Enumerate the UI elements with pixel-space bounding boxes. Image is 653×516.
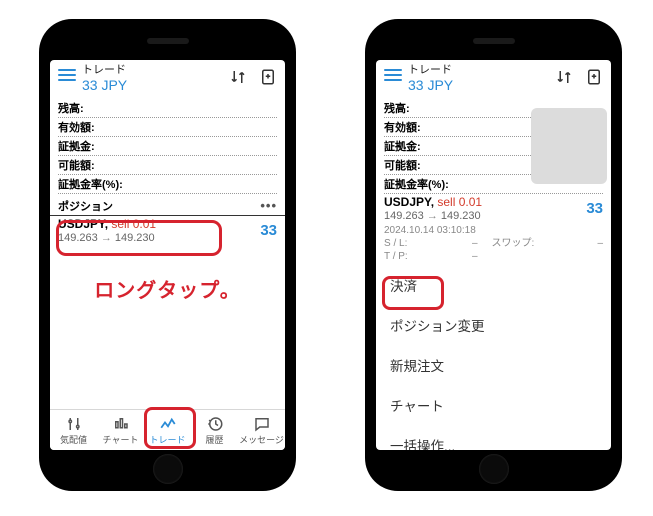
sl-value: –: [416, 237, 492, 250]
position-row[interactable]: USDJPY, sell 0.01 149.263 → 149.230 33: [376, 194, 611, 224]
arrow-right-icon: →: [101, 232, 115, 244]
position-row[interactable]: USDJPY, sell 0.01 149.263 → 149.230 33: [50, 216, 285, 246]
screen-left: トレード 33 JPY 残高: 有効額: 証拠金: 可能額: 証拠金率(%): …: [50, 60, 285, 450]
tp-label: T / P:: [384, 250, 416, 263]
hamburger-icon[interactable]: [58, 64, 76, 84]
tab-label: トレード: [144, 433, 191, 446]
menu-modify-position[interactable]: ポジション変更: [376, 305, 611, 345]
price-current: 149.230: [441, 210, 481, 222]
position-timestamp: 2024.10.14 03:10:18: [384, 224, 603, 237]
acct-label: 証拠金:: [58, 138, 95, 154]
tab-quotes[interactable]: 気配値: [50, 410, 97, 450]
more-icon[interactable]: •••: [260, 198, 277, 213]
position-side: sell 0.01: [437, 195, 482, 209]
swap-label: スワップ:: [492, 237, 542, 250]
screen-right: トレード 33 JPY 残高: 有効額: 証拠金: 可能額: 証拠金率(%):: [376, 60, 611, 450]
header: トレード 33 JPY: [50, 60, 285, 95]
home-button[interactable]: [153, 454, 183, 484]
header-title-block: トレード 33 JPY: [402, 64, 555, 93]
acct-label: 有効額:: [384, 119, 421, 135]
acct-label: 残高:: [384, 100, 410, 116]
acct-label: 可能額:: [384, 157, 421, 173]
positions-label: ポジション: [58, 198, 113, 214]
position-detail: 2024.10.14 03:10:18 S / L: – スワップ: – T /…: [376, 224, 611, 263]
menu-chart[interactable]: チャート: [376, 385, 611, 425]
acct-label: 有効額:: [58, 119, 95, 135]
tab-label: 気配値: [50, 433, 97, 446]
price-open: 149.263: [384, 210, 424, 222]
header-subtitle: トレード: [408, 64, 555, 77]
tp-value: –: [416, 250, 492, 263]
menu-close-position[interactable]: 決済: [376, 265, 611, 305]
header-title: 33 JPY: [408, 77, 555, 93]
arrow-right-icon: →: [427, 210, 441, 222]
tab-label: メッセージ: [238, 433, 285, 446]
tab-chart[interactable]: チャート: [97, 410, 144, 450]
new-order-icon[interactable]: [585, 68, 603, 86]
phone-frame-right: トレード 33 JPY 残高: 有効額: 証拠金: 可能額: 証拠金率(%):: [366, 20, 621, 490]
hamburger-icon[interactable]: [384, 64, 402, 84]
position-pl: 33: [260, 222, 277, 239]
sort-icon[interactable]: [229, 68, 247, 86]
tab-history[interactable]: 履歴: [191, 410, 238, 450]
phone-speaker: [147, 38, 189, 44]
sort-icon[interactable]: [555, 68, 573, 86]
header-title-block: トレード 33 JPY: [76, 64, 229, 93]
position-symbol: USDJPY,: [58, 217, 108, 231]
sl-label: S / L:: [384, 237, 416, 250]
header-subtitle: トレード: [82, 64, 229, 77]
position-pl: 33: [586, 200, 603, 217]
position-side: sell 0.01: [111, 217, 156, 231]
price-open: 149.263: [58, 232, 98, 244]
menu-bulk-ops[interactable]: 一括操作...: [376, 425, 611, 450]
price-current: 149.230: [115, 232, 155, 244]
acct-label: 証拠金率(%):: [58, 176, 123, 192]
context-menu: 決済 ポジション変更 新規注文 チャート 一括操作...: [376, 263, 611, 450]
overlay-block: [531, 108, 607, 184]
menu-new-order[interactable]: 新規注文: [376, 345, 611, 385]
account-summary: 残高: 有効額: 証拠金: 可能額: 証拠金率(%):: [50, 95, 285, 194]
swap-value: –: [542, 237, 604, 250]
header: トレード 33 JPY: [376, 60, 611, 95]
tab-messages[interactable]: メッセージ: [238, 410, 285, 450]
acct-label: 証拠金率(%):: [384, 176, 449, 192]
phone-frame-left: トレード 33 JPY 残高: 有効額: 証拠金: 可能額: 証拠金率(%): …: [40, 20, 295, 490]
phone-speaker: [473, 38, 515, 44]
tab-trade[interactable]: トレード: [144, 410, 191, 450]
tab-bar: 気配値 チャート トレード 履歴 メッセージ: [50, 409, 285, 450]
acct-label: 残高:: [58, 100, 84, 116]
positions-heading: ポジション •••: [50, 194, 285, 215]
new-order-icon[interactable]: [259, 68, 277, 86]
tab-label: チャート: [97, 433, 144, 446]
callout-text: ロングタップ。: [50, 274, 285, 303]
tab-label: 履歴: [191, 433, 238, 446]
position-symbol: USDJPY,: [384, 195, 434, 209]
header-title: 33 JPY: [82, 77, 229, 93]
acct-label: 可能額:: [58, 157, 95, 173]
acct-label: 証拠金:: [384, 138, 421, 154]
home-button[interactable]: [479, 454, 509, 484]
